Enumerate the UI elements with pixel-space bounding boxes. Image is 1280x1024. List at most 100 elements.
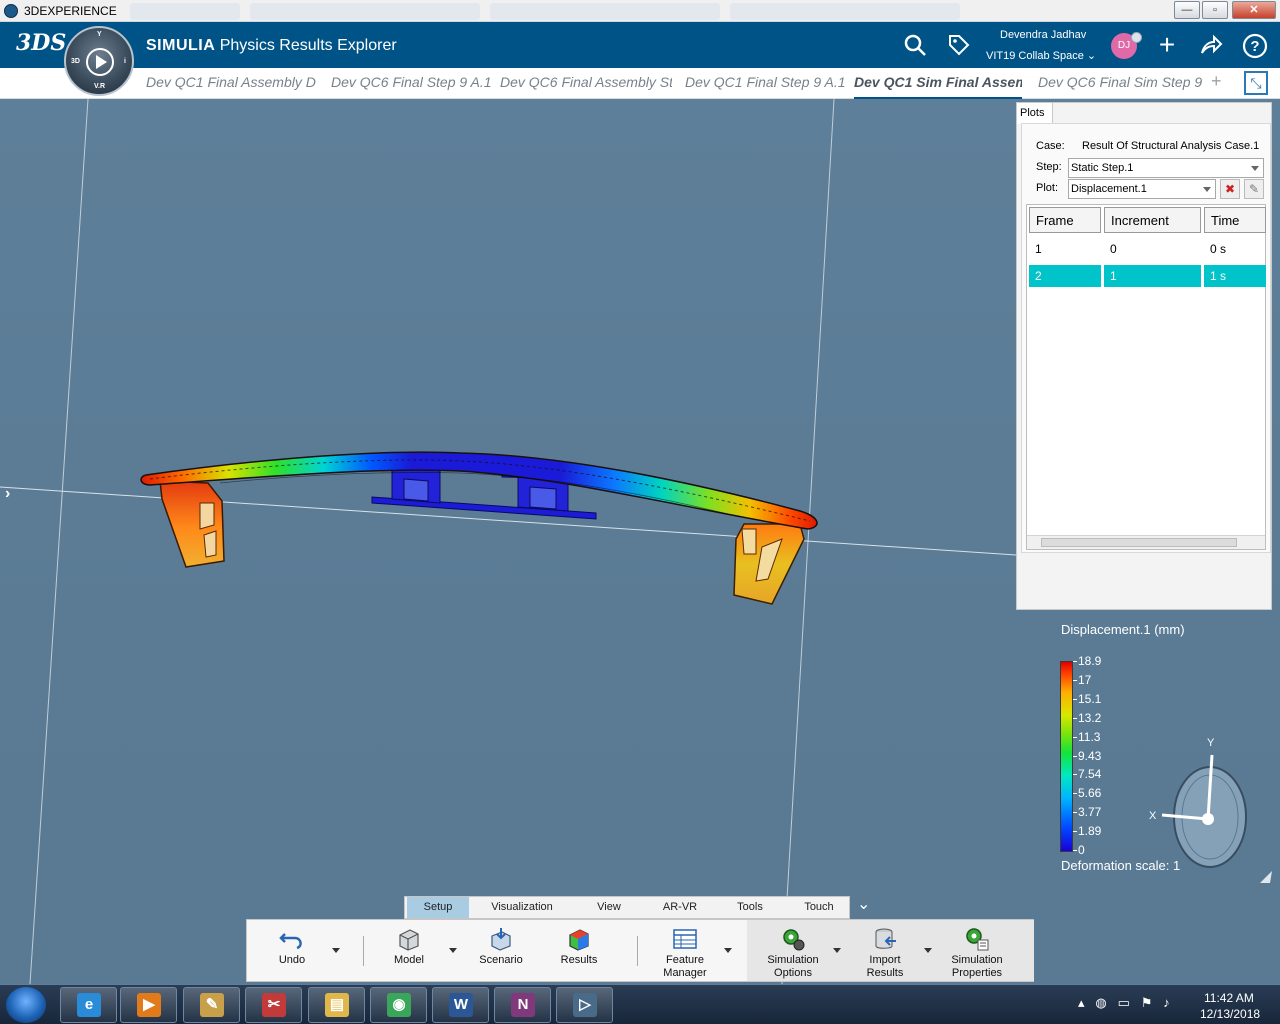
share-icon[interactable] [1198,33,1224,62]
3dexperience-icon: ▷ [573,993,597,1017]
fullscreen-icon[interactable]: ⤡ [1244,71,1268,95]
legend-title: Displacement.1 (mm) [1061,622,1185,637]
volume-icon[interactable]: ♪ [1163,995,1170,1010]
side-panel-expand-icon[interactable]: › [5,485,10,503]
plot-edit-icon[interactable]: ✎ [1244,179,1264,199]
scrollbar-thumb[interactable] [1041,538,1237,547]
undo-button[interactable]: Undo [267,920,317,983]
3ds-logo[interactable]: 3DS [16,30,66,56]
legend-tick: 15.1 [1072,692,1102,706]
tab-dev-qc6-final-step9[interactable]: Dev QC6 Final Step 9 A.1 [331,74,491,90]
table-header-time[interactable]: Time [1204,207,1266,233]
brand-name: SIMULIA [146,37,216,54]
network-icon[interactable]: ◍ [1095,995,1106,1010]
import-results-button[interactable]: Import Results [859,920,911,983]
clock-time[interactable]: 11:42 AM [1204,991,1254,1005]
display-icon[interactable]: ▭ [1118,995,1130,1010]
minimize-button[interactable]: — [1174,1,1200,19]
plot-select[interactable]: Displacement.1 [1068,179,1216,199]
model-button[interactable]: Model [383,920,435,983]
resize-corner-icon[interactable] [1258,869,1274,885]
collab-space-selector[interactable]: VIT19 Collab Space ⌄ [986,49,1096,62]
scenario-button[interactable]: Scenario [473,920,529,983]
model-dropdown-icon[interactable] [449,948,457,953]
import-results-label-line1: Import [869,954,901,966]
results-button[interactable]: Results [551,920,607,983]
plot-delete-icon[interactable]: ✖ [1220,179,1240,199]
tab-dev-qc1-sim-final-assembly[interactable]: Dev QC1 Sim Final Assem [854,74,1022,99]
search-icon[interactable] [902,33,928,62]
media-player-icon: ▶ [137,993,161,1017]
plot-label: Plot: [1036,182,1059,194]
deformation-scale: Deformation scale: 1 [1061,858,1181,873]
chevron-down-icon[interactable]: ⌄ [857,894,870,914]
add-icon[interactable]: + [1154,31,1180,59]
table-header-frame[interactable]: Frame [1029,207,1101,233]
collab-space-label: VIT19 Collab Space [986,50,1084,62]
maximize-button[interactable]: ▫ [1202,1,1228,19]
legend-tick: 11.3 [1072,730,1101,744]
time-cell: 1 s [1204,265,1266,287]
help-icon[interactable]: ? [1242,33,1268,64]
compass-label-bottom: V.R [94,83,106,90]
compass-label-top: Y [97,31,102,38]
feature-manager-dropdown-icon[interactable] [724,948,732,953]
legend-color-bar [1060,661,1073,852]
play-icon[interactable] [96,55,107,69]
taskbar-app-3dexperience[interactable]: ▷ [556,987,613,1023]
undo-dropdown-icon[interactable] [332,948,340,953]
tab-dev-qc6-final-assembly[interactable]: Dev QC6 Final Assembly St [500,74,672,90]
taskbar-app-media-player[interactable]: ▶ [120,987,177,1023]
tab-dev-qc6-final-sim-step9[interactable]: Dev QC6 Final Sim Step 9 [1038,74,1202,90]
tab-dev-qc1-final-step9[interactable]: Dev QC1 Final Step 9 A.1 [685,74,845,90]
table-header-increment[interactable]: Increment [1104,207,1201,233]
compass-widget[interactable]: Y 3D i V.R [64,26,134,96]
compass-label-left: 3D [71,58,80,65]
simulation-options-button[interactable]: Simulation Options [761,920,825,983]
user-name[interactable]: Devendra Jadhav [1000,29,1086,41]
case-value: Result Of Structural Analysis Case.1 [1082,140,1260,152]
background-tab-ghost [250,3,480,20]
tab-visualization[interactable]: Visualization [477,897,567,918]
add-tab-button[interactable]: + [1211,71,1222,92]
clock-date[interactable]: 12/13/2018 [1200,1007,1260,1021]
system-tray[interactable]: ▴ ◍ ▭ ⚑ ♪ [1078,995,1170,1011]
taskbar-app-file-explorer[interactable]: ▤ [308,987,365,1023]
undo-icon [279,933,302,950]
simulation-options-label-line2: Options [774,967,812,979]
taskbar-app-internet-explorer[interactable]: e [60,987,117,1023]
window-title: 3DEXPERIENCE [24,4,117,18]
simulation-properties-button[interactable]: Simulation Properties [943,920,1011,983]
tab-tools[interactable]: Tools [721,897,779,918]
simulation-properties-label-line2: Properties [951,967,1003,979]
tab-dev-qc1-final-assembly[interactable]: Dev QC1 Final Assembly D [146,74,316,90]
horizontal-scrollbar[interactable] [1027,535,1265,549]
legend-tick: 7.54 [1072,767,1102,781]
close-button[interactable]: ✕ [1232,1,1276,19]
tag-icon[interactable] [946,33,972,62]
action-center-icon[interactable]: ⚑ [1141,995,1153,1010]
taskbar-app-onenote[interactable]: N [494,987,551,1023]
tab-ar-vr[interactable]: AR-VR [651,897,709,918]
tab-touch[interactable]: Touch [789,897,849,918]
tray-expand-icon[interactable]: ▴ [1078,995,1085,1010]
step-select[interactable]: Static Step.1 [1068,158,1264,178]
legend-tick: 9.43 [1072,749,1102,763]
legend-tick: 5.66 [1072,786,1102,800]
feature-manager-button[interactable]: Feature Manager [655,920,715,983]
taskbar-app-snipping-tool[interactable]: ✂ [245,987,302,1023]
tab-view[interactable]: View [581,897,637,918]
start-button[interactable] [6,987,46,1023]
taskbar-app-paint[interactable]: ✎ [183,987,240,1023]
background-tab-ghost [730,3,960,20]
simulation-options-dropdown-icon[interactable] [833,948,841,953]
tab-setup[interactable]: Setup [407,897,469,918]
simulation-options-icon [783,929,805,951]
taskbar-app-chrome[interactable]: ◉ [370,987,427,1023]
import-results-label-line2: Results [866,967,904,979]
tab-plots[interactable]: Plots [1017,103,1053,124]
word-icon: W [449,993,473,1017]
model-label: Model [394,954,424,966]
taskbar-app-word[interactable]: W [432,987,489,1023]
import-results-dropdown-icon[interactable] [924,948,932,953]
